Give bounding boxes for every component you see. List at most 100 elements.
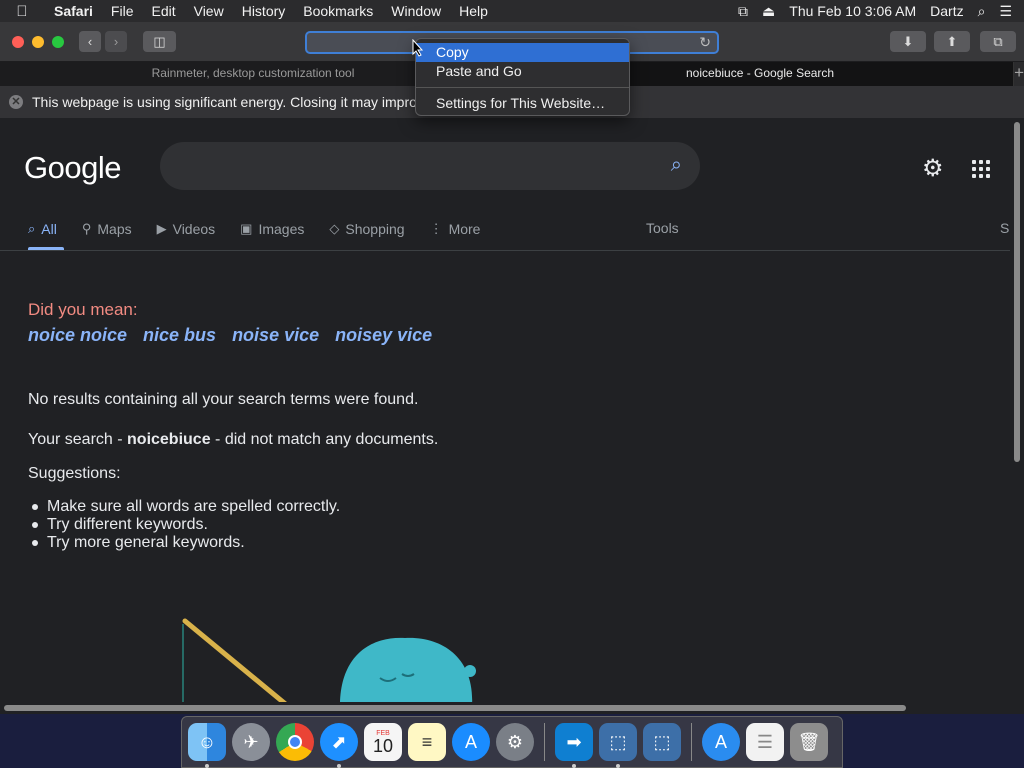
download-icon: ⬇ xyxy=(902,33,914,49)
notes-icon[interactable]: ≡ xyxy=(408,723,446,761)
minimize-window-button[interactable] xyxy=(32,36,44,48)
menu-edit[interactable]: Edit xyxy=(142,3,184,19)
chrome-icon[interactable] xyxy=(276,723,314,761)
menubar-user[interactable]: Dartz xyxy=(930,3,963,19)
menu-file[interactable]: File xyxy=(102,3,143,19)
play-icon: ▶ xyxy=(156,221,167,236)
tab-videos-label: Videos xyxy=(172,221,216,237)
chevron-left-icon: ‹ xyxy=(87,34,93,49)
tab-overview-button[interactable]: ⧉ xyxy=(980,31,1016,52)
vertical-scrollbar[interactable] xyxy=(1010,118,1024,704)
sidebar-icon: ◫ xyxy=(153,33,166,49)
list-item: Try more general keywords. xyxy=(28,534,340,552)
calendar-icon[interactable]: FEB 10 xyxy=(364,723,402,761)
gear-icon[interactable]: ⚙ xyxy=(922,154,944,183)
menu-item-paste-and-go[interactable]: Paste and Go xyxy=(416,62,629,81)
tab-shopping[interactable]: ◇ Shopping xyxy=(329,218,404,240)
apple-menu-icon[interactable]:  xyxy=(0,3,44,20)
list-item: Try different keywords. xyxy=(28,516,340,534)
finder-icon[interactable]: ☺ xyxy=(188,723,226,768)
chevron-right-icon: › xyxy=(113,34,119,49)
tab-more[interactable]: ⋮ More xyxy=(430,218,481,240)
share-button[interactable]: ⬆ xyxy=(934,31,970,52)
menu-safari[interactable]: Safari xyxy=(44,3,102,19)
menu-window[interactable]: Window xyxy=(382,3,450,19)
suggestion-link[interactable]: noice noice xyxy=(28,325,127,346)
mouse-cursor-icon xyxy=(412,39,424,57)
spotlight-search-icon[interactable]: ⌕ xyxy=(978,3,986,20)
menu-help[interactable]: Help xyxy=(450,3,497,19)
scroll-thumb[interactable] xyxy=(4,705,906,711)
suggestions-list: Make sure all words are spelled correctl… xyxy=(28,498,340,552)
tab-all-label: All xyxy=(41,221,57,237)
google-results-page: Google ⌕ ⚙ ⌕ All ⚲ Maps ▶ Videos ▣ Images ◇ S… xyxy=(0,118,1010,704)
notification-center-icon[interactable]: ☰ xyxy=(999,3,1012,20)
downloads-button[interactable]: ⬇ xyxy=(890,31,926,52)
tab-maps[interactable]: ⚲ Maps xyxy=(82,218,132,240)
calendar-day: 10 xyxy=(372,735,394,756)
share-icon: ⬆ xyxy=(946,33,958,49)
trash-icon[interactable]: 🗑 xyxy=(790,723,828,761)
app-store-folder-icon[interactable]: A xyxy=(702,723,740,761)
dock-separator xyxy=(691,723,692,761)
your-search-message: Your search - noicebiuce - did not match… xyxy=(28,431,438,449)
eject-icon[interactable]: ⏏ xyxy=(762,3,775,20)
tab-images-label: Images xyxy=(258,221,305,237)
your-search-suffix: - did not match any documents. xyxy=(210,431,439,448)
context-menu: Copy Paste and Go Settings for This Webs… xyxy=(415,38,630,116)
tab-maps-label: Maps xyxy=(97,221,132,237)
app-store-icon[interactable]: A xyxy=(452,723,490,761)
virtualbox-vm-icon[interactable]: ⬚ xyxy=(643,723,681,761)
no-results-message: No results containing all your search te… xyxy=(28,391,419,408)
menu-view[interactable]: View xyxy=(185,3,233,19)
back-button[interactable]: ‹ xyxy=(79,31,101,52)
safesearch-label-cut[interactable]: S xyxy=(1000,220,1009,236)
dock-separator xyxy=(544,723,545,761)
dock: ☺ ✈ ⬈ FEB 10 ≡ A ⚙ ➡ ⬚ ⬚ A ☰ 🗑 xyxy=(181,716,843,768)
new-tab-button[interactable]: + xyxy=(1014,62,1024,86)
google-logo[interactable]: Google xyxy=(24,150,121,186)
menu-item-copy[interactable]: Copy xyxy=(416,43,629,62)
list-item: Make sure all words are spelled correctl… xyxy=(28,498,340,516)
forward-button[interactable]: › xyxy=(105,31,127,52)
tab-images[interactable]: ▣ Images xyxy=(240,218,304,240)
spelling-suggestions: noice noice nice bus noise vice noisey v… xyxy=(28,325,432,346)
menubar-datetime[interactable]: Thu Feb 10 3:06 AM xyxy=(789,3,916,19)
search-input[interactable]: ⌕ xyxy=(160,142,700,190)
sidebar-toggle-button[interactable]: ◫ xyxy=(143,31,176,52)
search-icon[interactable]: ⌕ xyxy=(671,154,682,177)
suggestion-link[interactable]: noisey vice xyxy=(335,325,432,346)
apps-grid-icon[interactable] xyxy=(972,160,990,178)
system-preferences-icon[interactable]: ⚙ xyxy=(496,723,534,761)
horizontal-scrollbar[interactable] xyxy=(0,702,1010,714)
search-icon: ⌕ xyxy=(28,221,36,236)
menu-separator xyxy=(416,87,629,88)
safari-icon[interactable]: ⬈ xyxy=(320,723,358,768)
virtualbox-icon[interactable]: ⬚ xyxy=(599,723,637,768)
suggestion-link[interactable]: noise vice xyxy=(232,325,319,346)
screen-mirror-icon[interactable]: ⧉ xyxy=(738,3,748,20)
launchpad-icon[interactable]: ✈ xyxy=(232,723,270,761)
reload-icon[interactable]: ↻ xyxy=(699,34,711,51)
tools-button[interactable]: Tools xyxy=(646,220,679,236)
suggestion-link[interactable]: nice bus xyxy=(143,325,216,346)
tabs-icon: ⧉ xyxy=(993,33,1003,49)
search-query: noicebiuce xyxy=(127,431,211,448)
zoom-window-button[interactable] xyxy=(52,36,64,48)
close-icon[interactable]: ✕ xyxy=(9,95,23,109)
menu-history[interactable]: History xyxy=(233,3,295,19)
image-icon: ▣ xyxy=(240,221,253,236)
menu-item-settings-for-website[interactable]: Settings for This Website… xyxy=(416,94,629,113)
search-nav: ⌕ All ⚲ Maps ▶ Videos ▣ Images ◇ Shopping ⋮ Mo… xyxy=(28,218,505,240)
migration-assistant-icon[interactable]: ➡ xyxy=(555,723,593,768)
document-icon[interactable]: ☰ xyxy=(746,723,784,761)
tab-videos[interactable]: ▶ Videos xyxy=(157,218,216,240)
banner-text: This webpage is using significant energy… xyxy=(32,94,424,110)
no-results-illustration xyxy=(182,618,476,704)
scroll-thumb[interactable] xyxy=(1014,122,1020,462)
did-you-mean-label: Did you mean: xyxy=(28,300,138,319)
your-search-prefix: Your search - xyxy=(28,431,128,448)
menu-bookmarks[interactable]: Bookmarks xyxy=(294,3,382,19)
close-window-button[interactable] xyxy=(12,36,24,48)
tab-all[interactable]: ⌕ All xyxy=(28,218,57,240)
